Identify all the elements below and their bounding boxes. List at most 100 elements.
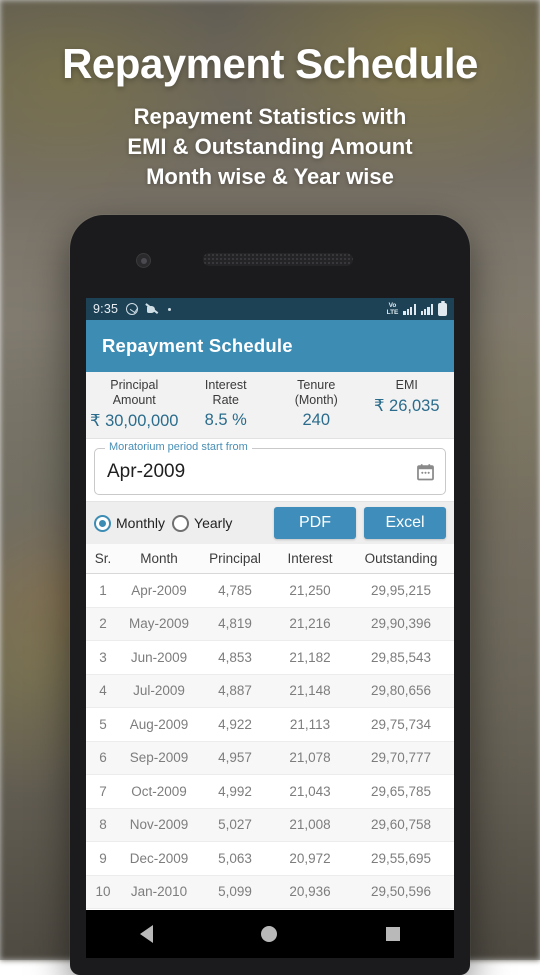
table-row[interactable]: 4Jul-20094,88721,14829,80,656 — [86, 675, 454, 709]
controls-row: Monthly Yearly PDF Excel — [86, 501, 454, 544]
promo-subtitle: Repayment Statistics with EMI & Outstand… — [0, 102, 540, 192]
app-bar: Repayment Schedule — [86, 320, 454, 372]
status-bar: 9:35 VoLTE — [86, 298, 454, 320]
loan-summary-strip: Principal Amount ₹ 30,00,000 Interest Ra… — [86, 372, 454, 439]
table-cell-principal: 4,785 — [198, 583, 272, 598]
table-cell-outstanding: 29,85,543 — [348, 650, 454, 665]
summary-label: Tenure (Month) — [273, 378, 360, 408]
radio-monthly-indicator[interactable] — [94, 515, 111, 532]
summary-value: ₹ 30,00,000 — [90, 411, 179, 431]
table-row[interactable]: 8Nov-20095,02721,00829,60,758 — [86, 809, 454, 843]
signal-bars-icon-1 — [403, 304, 415, 315]
back-button-icon[interactable] — [140, 925, 153, 943]
frequency-radio-group: Monthly Yearly — [94, 515, 266, 532]
table-cell-outstanding: 29,80,656 — [348, 683, 454, 698]
summary-value: 8.5 % — [183, 411, 270, 430]
summary-value: 240 — [273, 411, 360, 430]
battery-icon — [438, 303, 447, 316]
table-cell-month: Nov-2009 — [120, 817, 198, 832]
phone-top-bezel — [70, 215, 470, 303]
table-row[interactable]: 9Dec-20095,06320,97229,55,695 — [86, 842, 454, 876]
schedule-table: Sr. Month Principal Interest Outstanding… — [86, 544, 454, 909]
table-cell-interest: 21,216 — [272, 616, 348, 631]
table-cell-outstanding: 29,55,695 — [348, 851, 454, 866]
table-cell-principal: 4,957 — [198, 750, 272, 765]
table-cell-interest: 21,148 — [272, 683, 348, 698]
radio-yearly-indicator[interactable] — [172, 515, 189, 532]
table-cell-interest: 21,113 — [272, 717, 348, 732]
table-row[interactable]: 3Jun-20094,85321,18229,85,543 — [86, 641, 454, 675]
phone-mockup: 9:35 VoLTE Repayment Schedule Principal … — [70, 215, 470, 975]
table-header-row: Sr. Month Principal Interest Outstanding — [86, 544, 454, 574]
summary-principal-amount: Principal Amount ₹ 30,00,000 — [88, 378, 181, 431]
table-row[interactable]: 2May-20094,81921,21629,90,396 — [86, 608, 454, 642]
table-cell-outstanding: 29,75,734 — [348, 717, 454, 732]
table-row[interactable]: 5Aug-20094,92221,11329,75,734 — [86, 708, 454, 742]
promo-subtitle-line-2: EMI & Outstanding Amount — [0, 132, 540, 162]
promo-text-block: Repayment Schedule Repayment Statistics … — [0, 0, 540, 192]
moratorium-date-input[interactable]: Moratorium period start from Apr-2009 — [94, 448, 446, 495]
table-row[interactable]: 10Jan-20105,09920,93629,50,596 — [86, 876, 454, 910]
dot-icon — [168, 308, 171, 311]
android-nav-bar — [86, 910, 454, 958]
front-camera-icon — [136, 253, 151, 268]
table-cell-sr: 7 — [86, 784, 120, 799]
table-cell-sr: 1 — [86, 583, 120, 598]
page-title: Repayment Schedule — [102, 335, 293, 357]
summary-label: Principal Amount — [90, 378, 179, 408]
table-cell-interest: 20,972 — [272, 851, 348, 866]
summary-interest-rate: Interest Rate 8.5 % — [181, 378, 272, 431]
column-header-sr: Sr. — [86, 551, 120, 566]
table-cell-interest: 20,936 — [272, 884, 348, 899]
radio-monthly-label: Monthly — [116, 515, 165, 531]
table-cell-sr: 10 — [86, 884, 120, 899]
summary-emi: EMI ₹ 26,035 — [362, 378, 453, 431]
radio-yearly[interactable]: Yearly — [172, 515, 232, 532]
excel-export-button[interactable]: Excel — [364, 507, 446, 539]
status-time: 9:35 — [93, 302, 118, 316]
promo-title: Repayment Schedule — [0, 40, 540, 88]
table-cell-interest: 21,078 — [272, 750, 348, 765]
column-header-principal: Principal — [198, 551, 272, 566]
table-cell-principal: 4,819 — [198, 616, 272, 631]
calendar-icon[interactable] — [416, 462, 435, 481]
table-cell-month: Jun-2009 — [120, 650, 198, 665]
radio-monthly[interactable]: Monthly — [94, 515, 165, 532]
table-cell-sr: 4 — [86, 683, 120, 698]
phone-screen: 9:35 VoLTE Repayment Schedule Principal … — [86, 298, 454, 910]
earpiece-speaker-icon — [203, 253, 353, 266]
table-cell-sr: 2 — [86, 616, 120, 631]
table-cell-principal: 4,853 — [198, 650, 272, 665]
alarm-circle-icon — [126, 303, 138, 315]
summary-value: ₹ 26,035 — [364, 396, 451, 416]
table-cell-interest: 21,043 — [272, 784, 348, 799]
column-header-interest: Interest — [272, 551, 348, 566]
table-cell-outstanding: 29,70,777 — [348, 750, 454, 765]
home-button-icon[interactable] — [261, 926, 277, 942]
radio-yearly-label: Yearly — [194, 515, 232, 531]
table-cell-month: Sep-2009 — [120, 750, 198, 765]
table-body: 1Apr-20094,78521,25029,95,2152May-20094,… — [86, 574, 454, 909]
summary-tenure: Tenure (Month) 240 — [271, 378, 362, 431]
table-row[interactable]: 7Oct-20094,99221,04329,65,785 — [86, 775, 454, 809]
table-cell-principal: 4,922 — [198, 717, 272, 732]
volte-badge: VoLTE — [387, 302, 399, 316]
table-row[interactable]: 1Apr-20094,78521,25029,95,215 — [86, 574, 454, 608]
table-cell-outstanding: 29,95,215 — [348, 583, 454, 598]
table-cell-outstanding: 29,60,758 — [348, 817, 454, 832]
recents-button-icon[interactable] — [386, 927, 400, 941]
summary-label: Interest Rate — [183, 378, 270, 408]
signal-bars-icon-2 — [421, 304, 433, 315]
table-cell-interest: 21,182 — [272, 650, 348, 665]
table-row[interactable]: 6Sep-20094,95721,07829,70,777 — [86, 742, 454, 776]
table-cell-interest: 21,008 — [272, 817, 348, 832]
column-header-month: Month — [120, 551, 198, 566]
table-cell-month: May-2009 — [120, 616, 198, 631]
pdf-export-button[interactable]: PDF — [274, 507, 356, 539]
table-cell-outstanding: 29,50,596 — [348, 884, 454, 899]
table-cell-sr: 5 — [86, 717, 120, 732]
moratorium-field-container: Moratorium period start from Apr-2009 — [86, 439, 454, 501]
table-cell-interest: 21,250 — [272, 583, 348, 598]
table-cell-principal: 5,099 — [198, 884, 272, 899]
table-cell-sr: 6 — [86, 750, 120, 765]
